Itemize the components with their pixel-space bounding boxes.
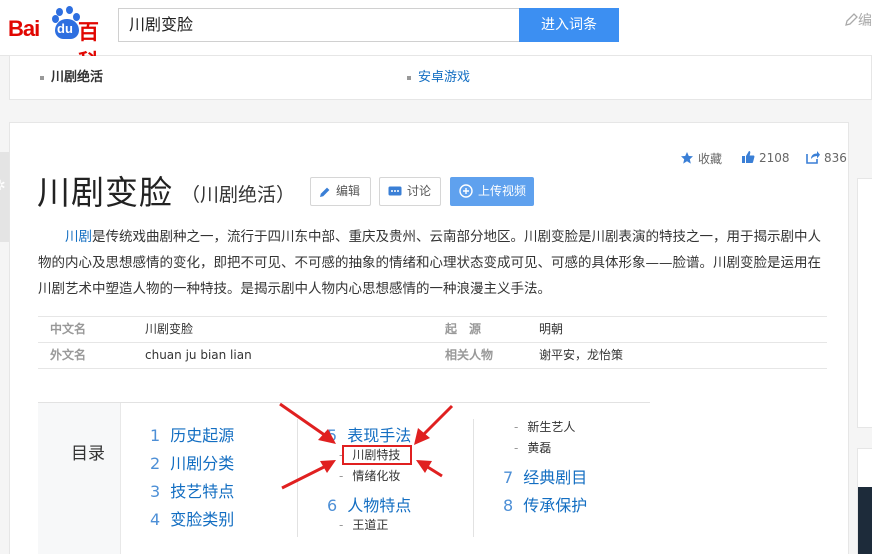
catalog-num: 1: [150, 426, 161, 445]
lemma-summary: 川剧是传统戏曲剧种之一，流行于四川东中部、重庆及贵州、云南部分地区。川剧变脸是川…: [38, 224, 826, 302]
side-tab[interactable]: ✲: [0, 152, 9, 242]
share-count: 836: [824, 151, 847, 165]
thumbs-up-icon: [742, 151, 755, 163]
polysemy-label: 安卓游戏: [418, 70, 471, 85]
catalog-label: 技艺特点: [170, 482, 235, 501]
info-key: 起 源: [445, 322, 482, 336]
polysemy-item-current: 川剧绝活: [40, 66, 103, 85]
plus-circle-icon: [459, 184, 473, 198]
catalog-sublabel: 黄磊: [527, 441, 552, 455]
catalog-num: 7: [503, 468, 514, 487]
collect-label: 收藏: [698, 152, 723, 166]
catalog-label: 历史起源: [170, 426, 235, 445]
upload-video-label: 上传视频: [478, 184, 527, 198]
entry-title: 川剧变脸: [37, 173, 173, 212]
upload-video-button[interactable]: 上传视频: [450, 177, 534, 206]
catalog-sublabel: 王道正: [352, 518, 389, 532]
catalog-label: 人物特点: [347, 496, 412, 515]
edit-button-label: 编辑: [336, 184, 361, 198]
polysemy-card: 川剧绝活 安卓游戏: [9, 56, 872, 100]
top-header: Bai du 百科 川剧变脸 进入词条 编: [0, 0, 872, 74]
catalog-sublabel: 新生艺人: [527, 420, 576, 434]
catalog-num: 4: [150, 510, 161, 529]
like-count: 2108: [759, 151, 790, 165]
info-key: 中文名: [50, 322, 87, 336]
like-button[interactable]: 2108: [741, 150, 790, 168]
polysemy-item-android-game[interactable]: 安卓游戏: [407, 66, 470, 85]
basic-info-table: 中文名 川剧变脸 起 源 明朝 外文名 chuan ju bian lian 相…: [38, 316, 827, 369]
sidebar-card: [857, 178, 872, 428]
chat-bubble-icon: [388, 186, 402, 196]
catalog-subitem-6-1[interactable]: - 王道正: [339, 516, 388, 533]
pencil-icon: [845, 13, 858, 26]
sidebar-card-video[interactable]: [857, 448, 872, 554]
summary-text: 是传统戏曲剧种之一，流行于四川东中部、重庆及贵州、云南部分地区。川剧变脸是川剧表…: [38, 229, 821, 297]
catalog-label: 传承保护: [523, 496, 588, 515]
catalog-num: 3: [150, 482, 161, 501]
discuss-button-label: 讨论: [407, 184, 432, 198]
catalog-item-3[interactable]: 3 技艺特点: [150, 478, 234, 502]
catalog-label: 变脸类别: [170, 510, 235, 529]
logo-du: du: [57, 21, 73, 36]
catalog-item-4[interactable]: 4 变脸类别: [150, 506, 234, 530]
column-divider: [473, 419, 474, 537]
discuss-button[interactable]: 讨论: [379, 177, 441, 206]
catalog-item-1[interactable]: 1 历史起源: [150, 422, 234, 446]
star-icon: [681, 152, 693, 164]
catalog-subitem-6-2[interactable]: - 新生艺人: [514, 418, 575, 435]
search-input[interactable]: 川剧变脸: [118, 8, 519, 42]
catalog-subitem-6-3[interactable]: - 黄磊: [514, 439, 551, 456]
gear-icon: ✲: [0, 178, 6, 194]
annotation-arrows: [279, 402, 454, 490]
entry-subtitle: （川剧绝活）: [181, 184, 296, 206]
edit-button[interactable]: 编辑: [310, 177, 371, 206]
edit-link-label: 编: [858, 13, 872, 29]
info-row: 外文名 chuan ju bian lian 相关人物 谢平安，龙怡策: [38, 343, 827, 369]
enter-entry-button[interactable]: 进入词条: [519, 8, 619, 42]
share-icon: [806, 151, 820, 164]
catalog-label: 经典剧目: [523, 468, 588, 487]
baidu-baike-logo[interactable]: Bai du 百科: [8, 4, 112, 74]
polysemy-label: 川剧绝活: [51, 70, 104, 85]
info-value: 川剧变脸: [145, 322, 194, 336]
pencil-icon: [320, 187, 330, 197]
catalog-num: 6: [327, 496, 338, 515]
summary-link-chuanju[interactable]: 川剧: [65, 229, 92, 245]
catalog-num: 2: [150, 454, 161, 473]
catalog-title: 目录: [71, 444, 105, 464]
info-value: chuan ju bian lian: [145, 348, 252, 362]
edit-link-top[interactable]: 编: [844, 10, 872, 36]
catalog-item-8[interactable]: 8 传承保护: [503, 492, 587, 516]
info-row: 中文名 川剧变脸 起 源 明朝: [38, 317, 827, 343]
catalog-item-2[interactable]: 2 川剧分类: [150, 450, 234, 474]
catalog-item-7[interactable]: 7 经典剧目: [503, 464, 587, 488]
catalog-side: 目录: [38, 403, 121, 554]
info-key: 外文名: [50, 348, 87, 362]
info-value: 明朝: [539, 322, 564, 336]
collect-button[interactable]: 收藏: [680, 150, 722, 168]
info-key: 相关人物: [445, 348, 494, 362]
logo-bai: Bai: [8, 16, 40, 41]
catalog-num: 8: [503, 496, 514, 515]
share-button[interactable]: 836: [806, 150, 847, 168]
info-value: 谢平安，龙怡策: [539, 348, 624, 362]
catalog-label: 川剧分类: [170, 454, 235, 473]
